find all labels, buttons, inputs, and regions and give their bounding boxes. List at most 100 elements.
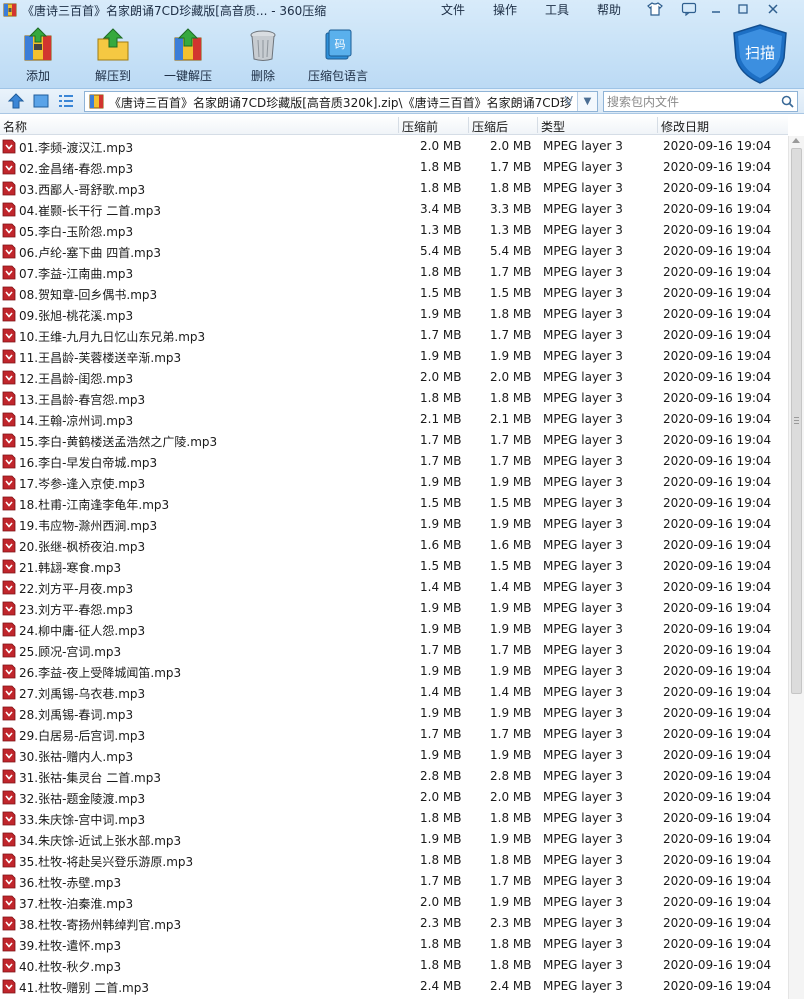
- file-name: 10.王维-九月九日忆山东兄弟.mp3: [19, 330, 206, 344]
- search-field[interactable]: [603, 91, 798, 112]
- file-row[interactable]: 36.杜牧-赤壁.mp3 1.7 MB 1.7 MB MPEG layer 3 2020…: [0, 871, 788, 892]
- file-row[interactable]: 37.杜牧-泊秦淮.mp3 2.0 MB 1.9 MB MPEG layer 3 202…: [0, 892, 788, 913]
- file-row[interactable]: 08.贺知章-回乡偶书.mp3 1.5 MB 1.5 MB MPEG layer 3 2…: [0, 283, 788, 304]
- file-row[interactable]: 18.杜甫-江南逢李龟年.mp3 1.5 MB 1.5 MB MPEG layer 3…: [0, 493, 788, 514]
- modified-date: 2020-09-16 19:04: [663, 328, 772, 342]
- file-row[interactable]: 40.杜牧-秋夕.mp3 1.8 MB 1.8 MB MPEG layer 3 2020…: [0, 955, 788, 976]
- file-row[interactable]: 32.张祜-题金陵渡.mp3 2.0 MB 2.0 MB MPEG layer 3 20…: [0, 787, 788, 808]
- view-list-icon[interactable]: [57, 92, 75, 110]
- close-icon[interactable]: [761, 0, 785, 18]
- feedback-icon[interactable]: [677, 0, 701, 18]
- column-name[interactable]: 名称: [3, 118, 27, 135]
- column-before[interactable]: 压缩前: [402, 118, 438, 135]
- file-name: 03.西鄙人-哥舒歌.mp3: [19, 183, 146, 197]
- column-divider[interactable]: [657, 117, 658, 133]
- file-row[interactable]: 04.崔颢-长干行 二首.mp3 3.4 MB 3.3 MB MPEG layer 3…: [0, 199, 788, 220]
- one-click-extract-button[interactable]: 一键解压: [152, 27, 224, 85]
- modified-date: 2020-09-16 19:04: [663, 895, 772, 909]
- file-row[interactable]: 29.白居易-后宫词.mp3 1.7 MB 1.7 MB MPEG layer 3 20…: [0, 724, 788, 745]
- file-row[interactable]: 24.柳中庸-征人怨.mp3 1.9 MB 1.9 MB MPEG layer 3 20…: [0, 619, 788, 640]
- size-after: 1.6 MB: [490, 538, 532, 552]
- file-name: 09.张旭-桃花溪.mp3: [19, 309, 134, 323]
- scan-shield-icon[interactable]: 扫描: [728, 22, 792, 86]
- file-row[interactable]: 02.金昌绪-春怨.mp3 1.8 MB 1.7 MB MPEG layer 3 202…: [0, 157, 788, 178]
- view-large-icon[interactable]: [32, 92, 50, 110]
- size-after: 1.9 MB: [490, 475, 532, 489]
- menu-file[interactable]: 文件: [441, 1, 465, 18]
- file-row[interactable]: 35.杜牧-将赴吴兴登乐游原.mp3 1.8 MB 1.8 MB MPEG layer…: [0, 850, 788, 871]
- extract-to-button[interactable]: 解压到: [77, 27, 149, 85]
- file-row[interactable]: 13.王昌龄-春宫怨.mp3 1.8 MB 1.8 MB MPEG layer 3 20…: [0, 388, 788, 409]
- file-row[interactable]: 39.杜牧-遣怀.mp3 1.8 MB 1.8 MB MPEG layer 3 2020…: [0, 934, 788, 955]
- file-row[interactable]: 17.岑参-逢入京使.mp3 1.9 MB 1.9 MB MPEG layer 3 20…: [0, 472, 788, 493]
- file-name: 11.王昌龄-芙蓉楼送辛渐.mp3: [19, 351, 182, 365]
- archive-language-button[interactable]: 码 压缩包语言: [302, 27, 374, 85]
- add-button[interactable]: 添加: [2, 27, 74, 85]
- file-row[interactable]: 38.杜牧-寄扬州韩绰判官.mp3 2.3 MB 2.3 MB MPEG layer …: [0, 913, 788, 934]
- file-row[interactable]: 34.朱庆馀-近试上张水部.mp3 1.9 MB 1.9 MB MPEG layer …: [0, 829, 788, 850]
- size-before: 1.8 MB: [420, 160, 462, 174]
- file-row[interactable]: 26.李益-夜上受降城闻笛.mp3 1.9 MB 1.9 MB MPEG layer …: [0, 661, 788, 682]
- file-list[interactable]: 01.李频-渡汉江.mp3 2.0 MB 2.0 MB MPEG layer 3 202…: [0, 136, 788, 999]
- file-row[interactable]: 21.韩翃-寒食.mp3 1.5 MB 1.5 MB MPEG layer 3 2020…: [0, 556, 788, 577]
- skin-shirt-icon[interactable]: [643, 0, 667, 18]
- column-divider[interactable]: [398, 117, 399, 133]
- file-row[interactable]: 20.张继-枫桥夜泊.mp3 1.6 MB 1.6 MB MPEG layer 3 20…: [0, 535, 788, 556]
- file-row[interactable]: 41.杜牧-赠别 二首.mp3 2.4 MB 2.4 MB MPEG layer 3 2…: [0, 976, 788, 997]
- scroll-up-icon[interactable]: [792, 138, 800, 143]
- size-before: 1.9 MB: [420, 832, 462, 846]
- search-input[interactable]: [607, 93, 773, 110]
- file-type: MPEG layer 3: [543, 811, 623, 825]
- menu-operate[interactable]: 操作: [493, 1, 517, 18]
- minimize-icon[interactable]: [704, 0, 728, 18]
- file-row[interactable]: 09.张旭-桃花溪.mp3 1.9 MB 1.8 MB MPEG layer 3 202…: [0, 304, 788, 325]
- file-row[interactable]: 12.王昌龄-闺怨.mp3 2.0 MB 2.0 MB MPEG layer 3 202…: [0, 367, 788, 388]
- file-name: 32.张祜-题金陵渡.mp3: [19, 792, 146, 806]
- modified-date: 2020-09-16 19:04: [663, 517, 772, 531]
- column-date[interactable]: 修改日期: [661, 118, 709, 135]
- column-type[interactable]: 类型: [541, 118, 565, 135]
- file-row[interactable]: 07.李益-江南曲.mp3 1.8 MB 1.7 MB MPEG layer 3 202…: [0, 262, 788, 283]
- file-row[interactable]: 33.朱庆馀-宫中词.mp3 1.8 MB 1.8 MB MPEG layer 3 20…: [0, 808, 788, 829]
- file-row[interactable]: 16.李白-早发白帝城.mp3 1.7 MB 1.7 MB MPEG layer 3 2…: [0, 451, 788, 472]
- path-dropdown-icon[interactable]: ▼: [577, 92, 597, 111]
- modified-date: 2020-09-16 19:04: [663, 412, 772, 426]
- path-field[interactable]: 《唐诗三百首》名家朗诵7CD珍藏版[高音质320k].zip\《唐诗三百首》名家…: [84, 91, 598, 112]
- file-row[interactable]: 01.李频-渡汉江.mp3 2.0 MB 2.0 MB MPEG layer 3 202…: [0, 136, 788, 157]
- file-row[interactable]: 30.张祜-赠内人.mp3 1.9 MB 1.9 MB MPEG layer 3 202…: [0, 745, 788, 766]
- file-row[interactable]: 05.李白-玉阶怨.mp3 1.3 MB 1.3 MB MPEG layer 3 202…: [0, 220, 788, 241]
- up-arrow-icon[interactable]: [7, 92, 25, 110]
- file-row[interactable]: 27.刘禹锡-乌衣巷.mp3 1.4 MB 1.4 MB MPEG layer 3 20…: [0, 682, 788, 703]
- file-row[interactable]: 14.王翰-凉州词.mp3 2.1 MB 2.1 MB MPEG layer 3 202…: [0, 409, 788, 430]
- column-divider[interactable]: [468, 117, 469, 133]
- menu-help[interactable]: 帮助: [597, 1, 621, 18]
- size-before: 1.5 MB: [420, 286, 462, 300]
- file-row[interactable]: 22.刘方平-月夜.mp3 1.4 MB 1.4 MB MPEG layer 3 202…: [0, 577, 788, 598]
- file-row[interactable]: 23.刘方平-春怨.mp3 1.9 MB 1.9 MB MPEG layer 3 202…: [0, 598, 788, 619]
- column-after[interactable]: 压缩后: [472, 118, 508, 135]
- file-type: MPEG layer 3: [543, 853, 623, 867]
- column-divider[interactable]: [537, 117, 538, 133]
- search-icon[interactable]: [778, 93, 796, 110]
- file-type: MPEG layer 3: [543, 286, 623, 300]
- file-row[interactable]: 25.顾况-宫词.mp3 1.7 MB 1.7 MB MPEG layer 3 2020…: [0, 640, 788, 661]
- mp3-file-icon: [2, 664, 16, 679]
- file-row[interactable]: 10.王维-九月九日忆山东兄弟.mp3 1.7 MB 1.7 MB MPEG laye…: [0, 325, 788, 346]
- file-row[interactable]: 06.卢纶-塞下曲 四首.mp3 5.4 MB 5.4 MB MPEG layer 3…: [0, 241, 788, 262]
- file-row[interactable]: 19.韦应物-滁州西涧.mp3 1.9 MB 1.9 MB MPEG layer 3 2…: [0, 514, 788, 535]
- file-row[interactable]: 28.刘禹锡-春词.mp3 1.9 MB 1.9 MB MPEG layer 3 202…: [0, 703, 788, 724]
- size-before: 2.0 MB: [420, 790, 462, 804]
- mp3-file-icon: [2, 496, 16, 511]
- delete-button[interactable]: 删除: [227, 27, 299, 85]
- menu-tools[interactable]: 工具: [545, 1, 569, 18]
- file-row[interactable]: 03.西鄙人-哥舒歌.mp3 1.8 MB 1.8 MB MPEG layer 3 20…: [0, 178, 788, 199]
- file-row[interactable]: 11.王昌龄-芙蓉楼送辛渐.mp3 1.9 MB 1.9 MB MPEG layer …: [0, 346, 788, 367]
- file-row[interactable]: 15.李白-黄鹤楼送孟浩然之广陵.mp3 1.7 MB 1.7 MB MPEG lay…: [0, 430, 788, 451]
- size-after: 2.8 MB: [490, 769, 532, 783]
- mp3-file-icon: [2, 874, 16, 889]
- maximize-icon[interactable]: [731, 0, 755, 18]
- vertical-scrollbar[interactable]: [788, 136, 804, 999]
- scrollbar-thumb[interactable]: [791, 148, 802, 694]
- path-chevron-icon[interactable]: V: [565, 94, 573, 108]
- file-row[interactable]: 31.张祜-集灵台 二首.mp3 2.8 MB 2.8 MB MPEG layer 3…: [0, 766, 788, 787]
